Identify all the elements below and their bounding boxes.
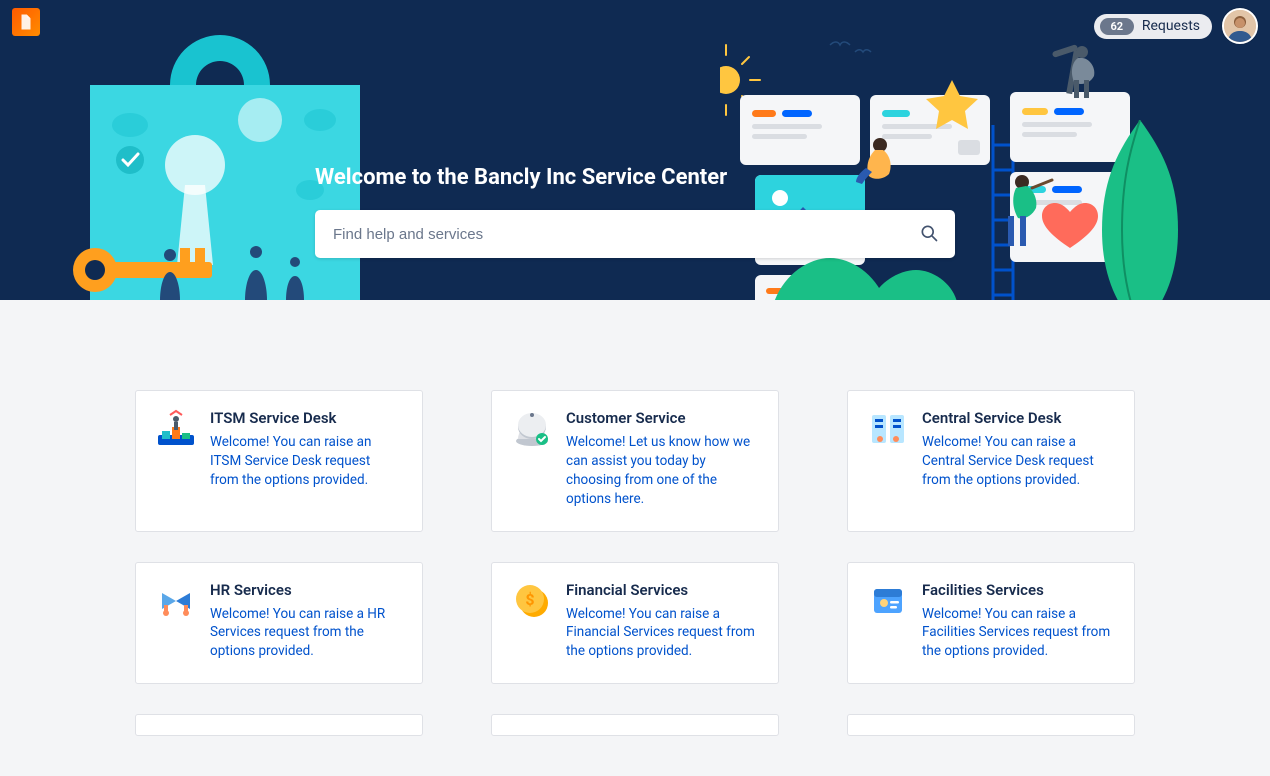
- portal-desc: Welcome! You can raise a Financial Servi…: [566, 605, 758, 662]
- portal-desc: Welcome! You can raise an ITSM Service D…: [210, 433, 402, 490]
- portal-card-hr[interactable]: HR Services Welcome! You can raise a HR …: [135, 562, 423, 685]
- portal-card-facilities[interactable]: Facilities Services Welcome! You can rai…: [847, 562, 1135, 685]
- search-icon: [919, 223, 939, 243]
- portal-card-stub[interactable]: [135, 714, 423, 736]
- profile-avatar[interactable]: [1222, 8, 1258, 44]
- portal-card-stub[interactable]: [847, 714, 1135, 736]
- financial-icon: $: [512, 581, 552, 621]
- hero-banner: 62 Requests: [0, 0, 1270, 300]
- customer-icon: [512, 409, 552, 449]
- search-box[interactable]: [315, 210, 955, 258]
- search-button[interactable]: [919, 223, 939, 246]
- portal-title: Central Service Desk: [922, 409, 1114, 427]
- portal-desc: Welcome! You can raise a HR Services req…: [210, 605, 402, 662]
- portal-card-central[interactable]: Central Service Desk Welcome! You can ra…: [847, 390, 1135, 532]
- requests-label: Requests: [1142, 18, 1200, 34]
- portal-title: Facilities Services: [922, 581, 1114, 599]
- facilities-icon: [868, 581, 908, 621]
- portal-card-itsm[interactable]: ITSM Service Desk Welcome! You can raise…: [135, 390, 423, 532]
- portal-card-financial[interactable]: $ Financial Services Welcome! You can ra…: [491, 562, 779, 685]
- requests-button[interactable]: 62 Requests: [1094, 14, 1212, 39]
- itsm-icon: [156, 409, 196, 449]
- search-input[interactable]: [331, 225, 919, 244]
- logo-icon: [17, 13, 35, 31]
- hero-leaf-right: [1100, 120, 1180, 300]
- portals-grid: ITSM Service Desk Welcome! You can raise…: [135, 390, 1135, 736]
- svg-text:$: $: [525, 590, 534, 609]
- portal-title: Financial Services: [566, 581, 758, 599]
- hero-title: Welcome to the Bancly Inc Service Center: [315, 165, 955, 190]
- portal-desc: Welcome! You can raise a Central Service…: [922, 433, 1114, 490]
- portal-title: HR Services: [210, 581, 402, 599]
- requests-badge: 62: [1100, 18, 1134, 35]
- central-icon: [868, 409, 908, 449]
- portal-desc: Welcome! Let us know how we can assist y…: [566, 433, 758, 509]
- avatar-icon: [1224, 10, 1256, 42]
- portal-card-stub[interactable]: [491, 714, 779, 736]
- portal-title: Customer Service: [566, 409, 758, 427]
- portal-title: ITSM Service Desk: [210, 409, 402, 427]
- hr-icon: [156, 581, 196, 621]
- portal-card-customer[interactable]: Customer Service Welcome! Let us know ho…: [491, 390, 779, 532]
- app-logo[interactable]: [12, 8, 40, 36]
- portal-desc: Welcome! You can raise a Facilities Serv…: [922, 605, 1114, 662]
